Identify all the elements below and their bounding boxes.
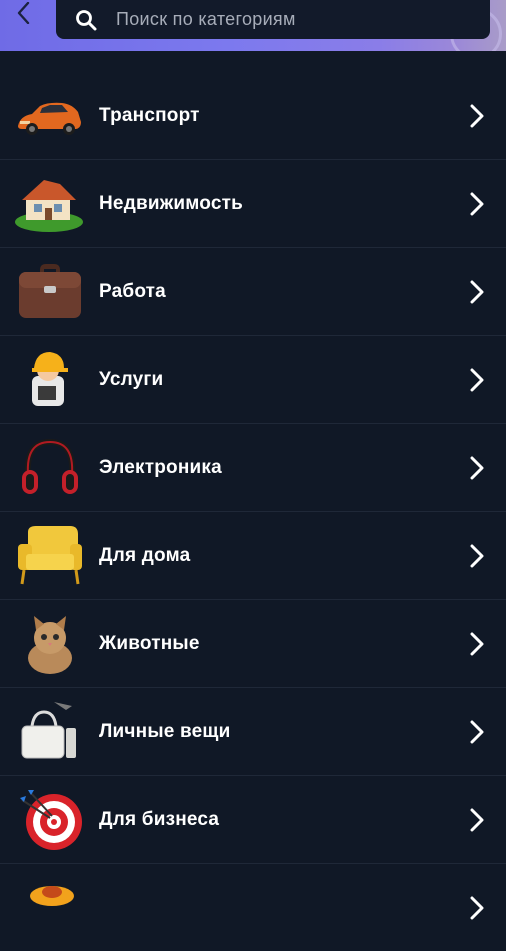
category-label: Животные [99,633,200,654]
category-label: Для дома [99,545,191,566]
armchair-icon [18,526,82,585]
chevron-right-icon [470,632,484,656]
chevron-right-icon [470,192,484,216]
search-input[interactable] [114,8,458,31]
category-label: Для бизнеса [99,809,220,830]
handbag-icon [21,702,76,759]
category-item-services[interactable]: Услуги [0,336,506,424]
category-list: Транспорт Недвижимость Работа Услуги Эле… [0,72,506,951]
category-item-partial[interactable] [0,864,506,951]
category-item-transport[interactable]: Транспорт [0,72,506,160]
category-item-real-estate[interactable]: Недвижимость [0,160,506,248]
chevron-right-icon [470,720,484,744]
kitten-icon [28,616,72,674]
back-button[interactable] [8,0,40,26]
category-item-home[interactable]: Для дома [0,512,506,600]
chevron-right-icon [470,456,484,480]
search-icon [76,9,97,30]
top-bar [0,0,506,51]
category-item-electronics[interactable]: Электроника [0,424,506,512]
hobby-icon [30,886,74,906]
chevron-right-icon [470,544,484,568]
category-label: Транспорт [99,105,200,126]
category-item-business[interactable]: Для бизнеса [0,776,506,864]
category-label: Личные вещи [99,721,231,742]
search-bar[interactable] [56,0,490,39]
category-label: Работа [99,281,166,302]
target-darts-icon [20,790,82,850]
category-item-personal-items[interactable]: Личные вещи [0,688,506,776]
chevron-right-icon [470,280,484,304]
chevron-right-icon [470,808,484,832]
category-item-jobs[interactable]: Работа [0,248,506,336]
category-label: Услуги [99,369,164,390]
category-label: Электроника [99,457,222,478]
house-icon [15,180,83,232]
chevron-left-icon [17,2,30,24]
car-icon [18,102,81,135]
briefcase-icon [19,264,81,318]
category-label: Недвижимость [99,193,243,214]
headphones-icon [22,438,78,494]
chevron-right-icon [470,104,484,128]
worker-hardhat-icon [32,352,68,406]
category-item-animals[interactable]: Животные [0,600,506,688]
chevron-right-icon [470,368,484,392]
